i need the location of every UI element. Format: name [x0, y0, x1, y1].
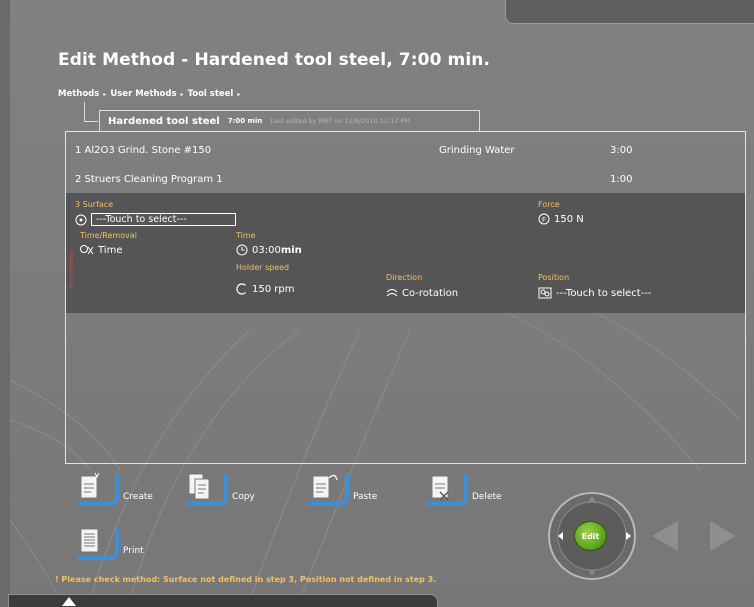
position-label: Position [538, 273, 570, 282]
step-2-duration: 1:00 [610, 173, 633, 185]
force-icon: F [538, 213, 550, 225]
holder-speed-field[interactable]: 150 rpm [236, 283, 294, 295]
copy-icon [184, 470, 228, 510]
paste-button[interactable]: Paste [305, 470, 377, 510]
steps-panel: 1 Al2O3 Grind. Stone #150 Grinding Water… [65, 131, 746, 464]
delete-icon [424, 470, 468, 510]
print-label: Print [123, 546, 144, 556]
direction-value: Co-rotation [402, 287, 459, 299]
surface-select-box[interactable]: ---Touch to select--- [91, 213, 236, 226]
clock-icon [236, 244, 248, 256]
print-button[interactable]: Print [75, 524, 144, 564]
time-removal-icon [80, 245, 94, 255]
holder-speed-label: Holder speed [236, 263, 290, 272]
position-field[interactable]: ---Touch to select--- [538, 287, 652, 299]
breadcrumb: Methods ▸ User Methods ▸ Tool steel ▸ [58, 89, 240, 99]
method-name: Hardened tool steel [108, 115, 220, 127]
step-row-2[interactable]: 2 Struers Cleaning Program 1 1:00 [66, 165, 745, 193]
top-tab [505, 0, 754, 24]
create-icon [75, 470, 119, 510]
left-edge [0, 0, 10, 607]
svg-text:F: F [542, 216, 546, 224]
time-removal-value: Time [98, 244, 123, 256]
create-button[interactable]: Create [75, 470, 153, 510]
rotation-icon [236, 283, 246, 295]
method-time: 7:00 min [227, 117, 263, 125]
force-field[interactable]: F 150 N [538, 213, 584, 225]
step-1-duration: 3:00 [610, 144, 633, 156]
time-label: Time [236, 231, 256, 240]
next-arrow-icon[interactable] [710, 521, 736, 551]
step-row-1[interactable]: 1 Al2O3 Grind. Stone #150 Grinding Water… [66, 136, 745, 164]
page-title: Edit Method - Hardened tool steel, 7:00 … [58, 50, 491, 70]
method-header: Hardened tool steel 7:00 min Last edited… [99, 110, 480, 131]
dial-right-arrow-icon[interactable] [626, 532, 631, 540]
disc-icon [75, 214, 87, 225]
breadcrumb-separator-icon: ▸ [103, 90, 107, 98]
step-1-medium: Grinding Water [439, 144, 515, 156]
previous-arrow-icon[interactable] [652, 521, 678, 551]
time-field[interactable]: 03:00min [236, 244, 302, 256]
position-value: ---Touch to select--- [556, 287, 652, 299]
co-rotation-icon [386, 289, 398, 297]
process-vertical-label: Fine Grinding [69, 251, 75, 289]
step-1-label: 1 Al2O3 Grind. Stone #150 [75, 144, 212, 156]
time-removal-label: Time/Removal [80, 231, 137, 240]
delete-label: Delete [472, 492, 502, 502]
edit-button[interactable]: Edit [574, 521, 607, 551]
breadcrumb-separator-icon: ▸ [237, 90, 241, 98]
holder-speed-value: 150 rpm [252, 283, 295, 295]
time-value: 03:00 [252, 244, 281, 256]
print-icon [75, 524, 119, 564]
dial-left-arrow-icon[interactable] [558, 532, 563, 540]
time-unit: min [280, 244, 302, 256]
copy-button[interactable]: Copy [184, 470, 255, 510]
time-removal-field[interactable]: Time [80, 244, 122, 256]
copy-label: Copy [232, 492, 255, 502]
direction-field[interactable]: Co-rotation [386, 287, 458, 299]
tree-connector [84, 102, 98, 122]
last-edited: Last edited by MRT on 12/8/2010 12:17 PM [270, 117, 411, 125]
breadcrumb-methods[interactable]: Methods [58, 89, 99, 99]
create-label: Create [123, 492, 153, 502]
breadcrumb-tool-steel[interactable]: Tool steel [188, 89, 234, 99]
paste-label: Paste [353, 492, 378, 502]
paste-icon [305, 470, 349, 510]
force-value: 150 N [554, 213, 584, 225]
position-icon [538, 287, 552, 299]
step-3-surface-label: 3 Surface [75, 200, 114, 209]
breadcrumb-separator-icon: ▸ [180, 90, 184, 98]
delete-button[interactable]: Delete [424, 470, 502, 510]
validation-warning: ! Please check method: Surface not defin… [55, 575, 437, 584]
breadcrumb-user-methods[interactable]: User Methods [110, 89, 176, 99]
screen: Edit Method - Hardened tool steel, 7:00 … [0, 0, 754, 607]
direction-label: Direction [386, 273, 423, 282]
surface-selector[interactable]: ---Touch to select--- [75, 213, 236, 226]
force-label: Force [538, 200, 560, 209]
up-arrow-icon[interactable] [62, 597, 76, 606]
step-2-label: 2 Struers Cleaning Program 1 [75, 173, 223, 185]
step-row-3-expanded[interactable]: 3 Surface ---Touch to select--- Fine Gri… [66, 193, 745, 313]
